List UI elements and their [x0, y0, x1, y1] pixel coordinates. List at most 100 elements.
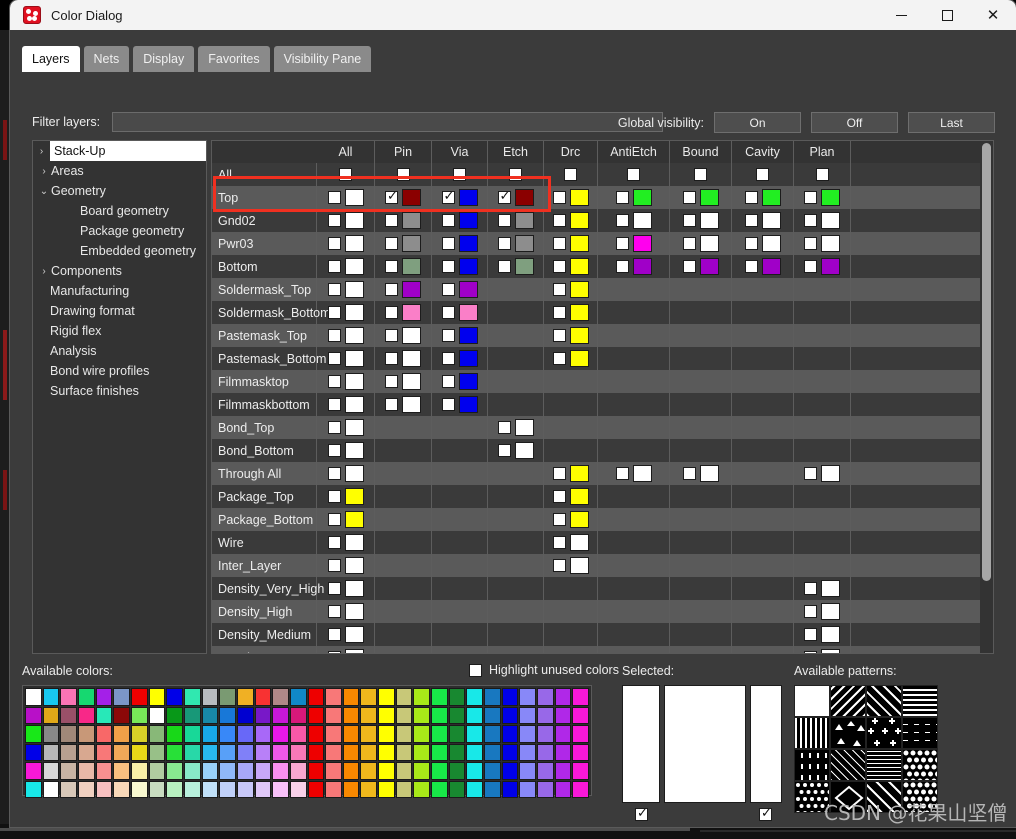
visibility-checkbox[interactable] — [327, 605, 341, 618]
palette-color-swatch[interactable] — [360, 762, 378, 780]
grid-cell-drc[interactable] — [544, 163, 598, 186]
pattern-swatch-diagonal-fwd-hatch[interactable] — [866, 685, 902, 717]
palette-color-swatch[interactable] — [360, 706, 378, 724]
visibility-checkbox[interactable] — [441, 329, 455, 342]
palette-color-swatch[interactable] — [484, 706, 501, 724]
palette-color-swatch[interactable] — [113, 706, 130, 724]
visibility-checkbox[interactable] — [552, 536, 566, 549]
palette-color-swatch[interactable] — [360, 743, 378, 761]
palette-color-swatch[interactable] — [307, 706, 325, 724]
palette-color-swatch[interactable] — [395, 725, 413, 743]
color-swatch[interactable] — [344, 396, 364, 413]
palette-color-swatch[interactable] — [148, 688, 166, 706]
grid-column-header-etch[interactable]: Etch — [488, 141, 544, 163]
visibility-checkbox[interactable] — [441, 352, 455, 365]
visibility-checkbox[interactable] — [694, 168, 707, 181]
tree-item-board-geometry[interactable]: Board geometry — [33, 201, 206, 221]
visibility-checkbox[interactable] — [441, 283, 455, 296]
palette-color-swatch[interactable] — [484, 725, 501, 743]
visibility-checkbox[interactable] — [552, 329, 566, 342]
palette-color-swatch[interactable] — [413, 743, 431, 761]
selected-right-checkbox[interactable] — [759, 805, 773, 822]
palette-color-swatch[interactable] — [342, 688, 360, 706]
grid-cell-pin[interactable] — [375, 393, 432, 416]
color-swatch[interactable] — [569, 534, 589, 551]
visibility-checkbox[interactable] — [497, 444, 511, 457]
tab-visibility-pane[interactable]: Visibility Pane — [273, 46, 372, 72]
palette-color-swatch[interactable] — [378, 725, 395, 743]
visibility-checkbox[interactable] — [552, 260, 566, 273]
visibility-checkbox[interactable] — [497, 214, 511, 227]
palette-color-swatch[interactable] — [572, 688, 589, 706]
grid-cell-cavity[interactable] — [732, 186, 794, 209]
visibility-checkbox[interactable] — [552, 513, 566, 526]
grid-row[interactable]: Pastemask_Top — [212, 324, 980, 347]
color-swatch[interactable] — [458, 304, 478, 321]
color-swatch[interactable] — [344, 235, 364, 252]
palette-color-swatch[interactable] — [25, 743, 42, 761]
palette-color-swatch[interactable] — [42, 688, 60, 706]
grid-cell-via[interactable] — [432, 186, 488, 209]
palette-color-swatch[interactable] — [448, 725, 466, 743]
color-swatch[interactable] — [821, 189, 840, 206]
visibility-checkbox[interactable] — [497, 421, 511, 434]
palette-color-swatch[interactable] — [77, 688, 95, 706]
visibility-checkbox[interactable] — [497, 188, 512, 205]
palette-color-swatch[interactable] — [272, 762, 289, 780]
palette-color-swatch[interactable] — [272, 743, 289, 761]
palette-color-swatch[interactable] — [378, 762, 395, 780]
palette-color-swatch[interactable] — [307, 762, 325, 780]
grid-row[interactable]: Pwr03 — [212, 232, 980, 255]
grid-cell-plan[interactable] — [794, 186, 851, 209]
grid-cell-plan[interactable] — [794, 646, 851, 653]
grid-cell-bound[interactable] — [670, 186, 732, 209]
color-swatch[interactable] — [344, 304, 364, 321]
palette-color-swatch[interactable] — [554, 706, 572, 724]
visibility-checkbox[interactable] — [804, 260, 817, 273]
visibility-checkbox[interactable] — [744, 214, 758, 227]
grid-row[interactable]: Soldermask_Top — [212, 278, 980, 301]
selected-swatch-middle[interactable] — [664, 685, 746, 803]
visibility-checkbox[interactable] — [744, 260, 758, 273]
palette-color-swatch[interactable] — [183, 725, 201, 743]
visibility-checkbox[interactable] — [327, 559, 341, 572]
palette-color-swatch[interactable] — [60, 706, 77, 724]
palette-color-swatch[interactable] — [148, 725, 166, 743]
palette-color-swatch[interactable] — [95, 706, 113, 724]
grid-cell-cavity[interactable] — [732, 163, 794, 186]
pattern-swatch-cross-hatch-diamond[interactable] — [830, 749, 866, 781]
visibility-checkbox[interactable] — [327, 628, 341, 641]
color-swatch[interactable] — [632, 212, 652, 229]
palette-color-swatch[interactable] — [484, 762, 501, 780]
palette-color-swatch[interactable] — [130, 762, 148, 780]
palette-color-swatch[interactable] — [219, 780, 236, 798]
grid-row[interactable]: Density_Very_High — [212, 577, 980, 600]
palette-color-swatch[interactable] — [236, 725, 254, 743]
grid-cell-all[interactable] — [317, 232, 375, 255]
palette-color-swatch[interactable] — [254, 725, 272, 743]
palette-color-swatch[interactable] — [342, 725, 360, 743]
grid-cell-drc[interactable] — [544, 531, 598, 554]
grid-cell-etch[interactable] — [488, 209, 544, 232]
palette-color-swatch[interactable] — [25, 725, 42, 743]
palette-color-swatch[interactable] — [519, 725, 537, 743]
palette-color-swatch[interactable] — [201, 780, 219, 798]
palette-color-swatch[interactable] — [466, 762, 484, 780]
grid-cell-cavity[interactable] — [732, 209, 794, 232]
color-swatch[interactable] — [458, 212, 478, 229]
grid-cell-all[interactable] — [317, 462, 375, 485]
palette-color-swatch[interactable] — [201, 688, 219, 706]
grid-cell-all[interactable] — [317, 255, 375, 278]
color-swatch[interactable] — [761, 258, 781, 275]
visibility-checkbox[interactable] — [497, 237, 511, 250]
color-swatch[interactable] — [821, 258, 840, 275]
grid-cell-etch[interactable] — [488, 232, 544, 255]
visibility-checkbox[interactable] — [552, 559, 566, 572]
grid-cell-plan[interactable] — [794, 577, 851, 600]
tree-item-surface-finishes[interactable]: Surface finishes — [33, 381, 206, 401]
grid-cell-via[interactable] — [432, 209, 488, 232]
color-swatch[interactable] — [821, 580, 840, 597]
color-swatch[interactable] — [344, 373, 364, 390]
tree-item-bond-wire-profiles[interactable]: Bond wire profiles — [33, 361, 206, 381]
color-swatch[interactable] — [402, 373, 421, 390]
